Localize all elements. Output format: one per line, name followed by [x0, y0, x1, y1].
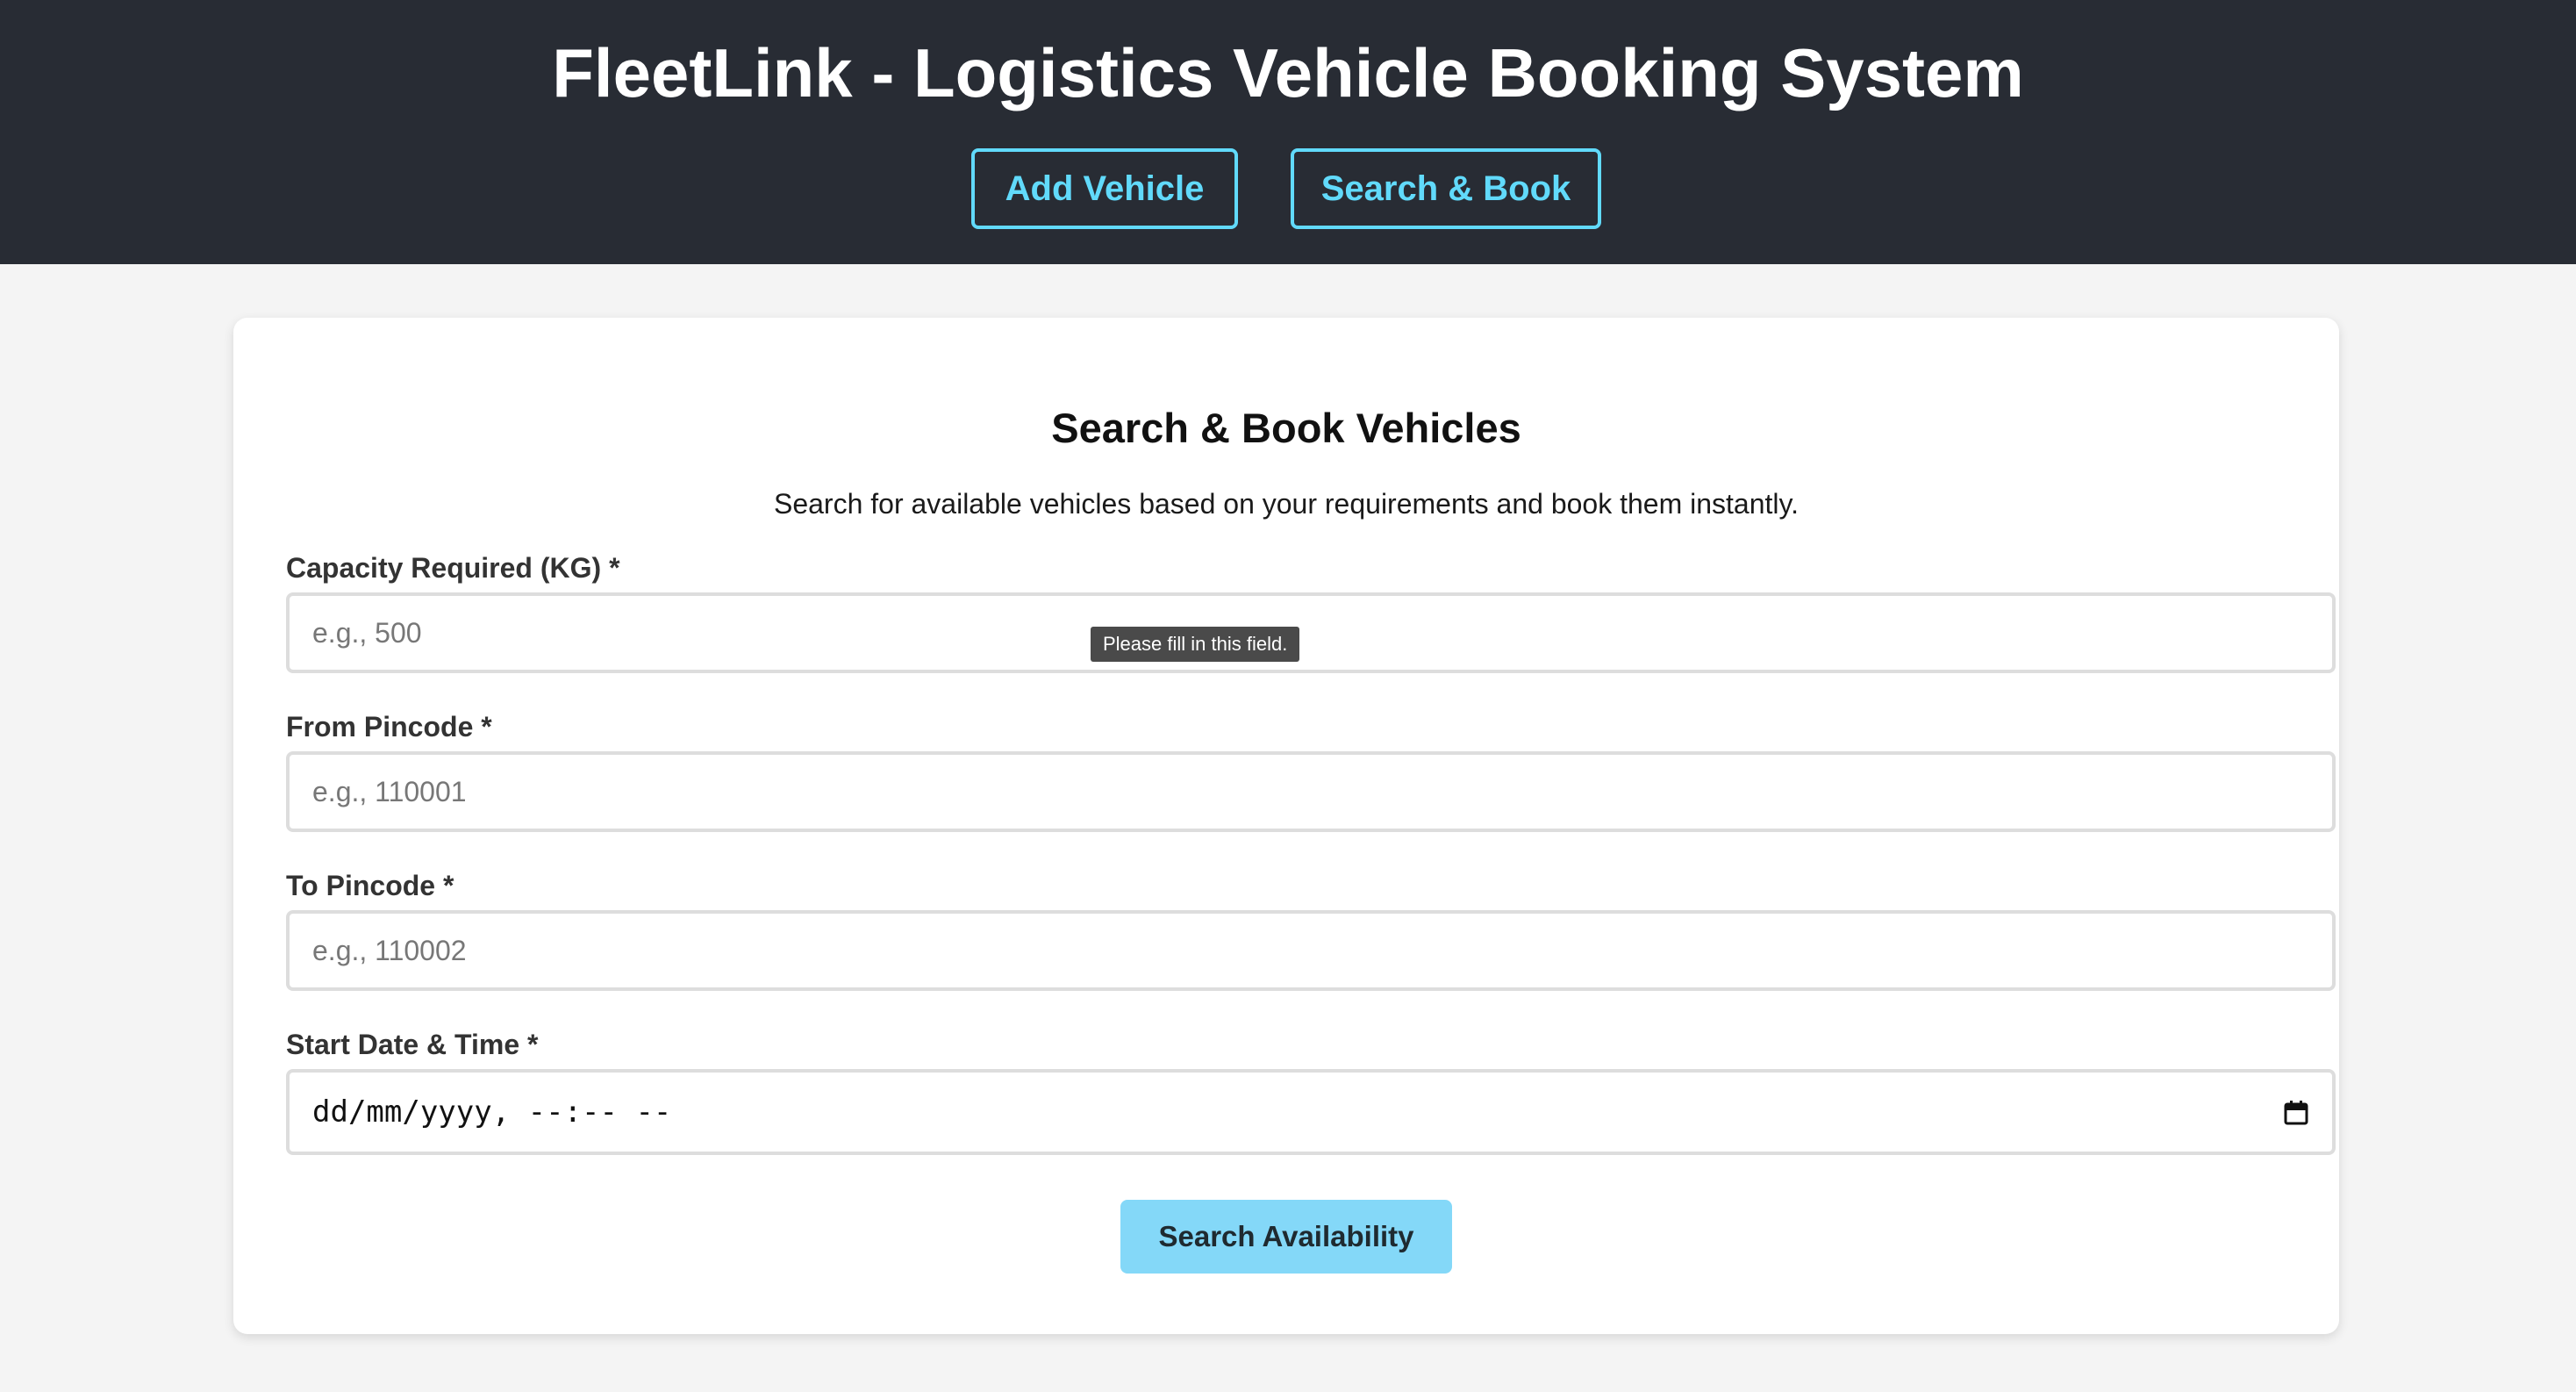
to-pincode-label: To Pincode * — [286, 870, 454, 901]
validation-tooltip: Please fill in this field. — [1091, 627, 1300, 662]
start-datetime-input[interactable]: dd/mm/yyyy, --:-- -- — [286, 1069, 2336, 1155]
datetime-placeholder: dd/mm/yyyy, --:-- -- — [312, 1094, 672, 1130]
add-vehicle-button[interactable]: Add Vehicle — [971, 148, 1238, 229]
search-form-card: Search & Book Vehicles Search for availa… — [233, 318, 2339, 1334]
capacity-input[interactable] — [286, 592, 2336, 673]
app-header: FleetLink - Logistics Vehicle Booking Sy… — [0, 0, 2576, 264]
calendar-icon[interactable] — [2283, 1099, 2309, 1125]
from-pincode-label: From Pincode * — [286, 711, 492, 743]
form-title: Search & Book Vehicles — [1051, 405, 1521, 451]
to-pincode-input[interactable] — [286, 910, 2336, 991]
search-book-button[interactable]: Search & Book — [1291, 148, 1601, 229]
app-title: FleetLink - Logistics Vehicle Booking Sy… — [552, 34, 2024, 111]
form-subtitle: Search for available vehicles based on y… — [773, 488, 1800, 520]
start-datetime-label: Start Date & Time * — [286, 1029, 539, 1060]
search-availability-button[interactable]: Search Availability — [1120, 1200, 1452, 1274]
from-pincode-input[interactable] — [286, 751, 2336, 832]
capacity-label: Capacity Required (KG) * — [286, 552, 620, 584]
